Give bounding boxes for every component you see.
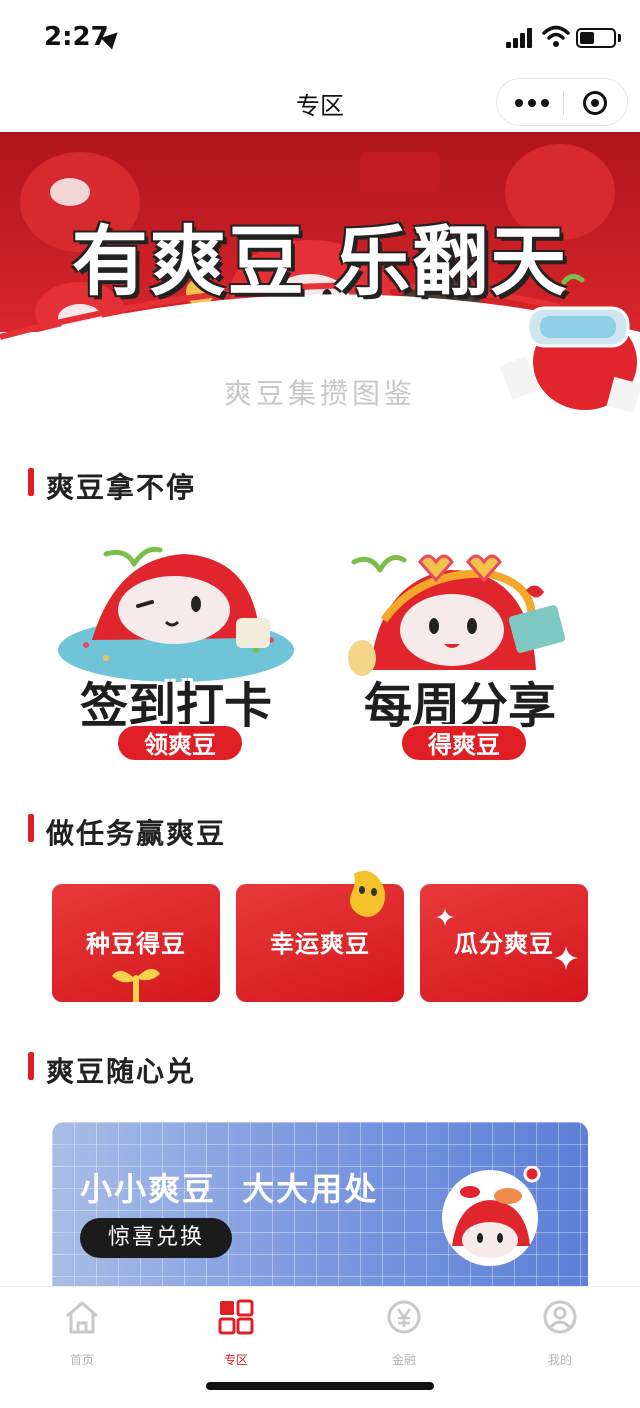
task-lucky-beans[interactable]: 幸运爽豆: [236, 870, 404, 1002]
task-plant-beans[interactable]: 种豆得豆: [52, 884, 220, 1002]
redeem-button[interactable]: 惊喜兑换: [80, 1218, 232, 1258]
miniprogram-capsule: [496, 78, 628, 126]
share-reward-button[interactable]: 得爽豆: [400, 724, 528, 762]
grid-icon: [218, 1299, 254, 1335]
close-miniprogram-icon[interactable]: [583, 91, 607, 115]
home-indicator: [206, 1382, 434, 1390]
status-time: 2:27: [44, 22, 109, 52]
checkin-reward-button[interactable]: 领爽豆: [116, 724, 244, 762]
weekly-share-card[interactable]: 每周分享 得爽豆: [340, 540, 580, 770]
task-share-beans[interactable]: 瓜分爽豆: [420, 884, 588, 1002]
tab-zone[interactable]: 专区: [196, 1299, 276, 1367]
wifi-icon: [542, 25, 570, 47]
sprout-icon: [112, 968, 160, 1002]
tab-mine[interactable]: 我的: [520, 1299, 600, 1367]
checkin-card[interactable]: 签到打卡 领爽豆: [56, 540, 296, 770]
bean-icon: [350, 870, 386, 917]
nav-bar: 专区: [0, 78, 640, 132]
banner-headline: 有爽豆 乐翻天: [71, 217, 569, 306]
redeem-mascot-icon: [442, 1166, 541, 1266]
hero-banner[interactable]: 有爽豆 乐翻天 爽豆集攒图鉴: [0, 132, 640, 422]
tab-home[interactable]: 首页: [42, 1299, 122, 1367]
more-icon[interactable]: [515, 99, 549, 107]
sparkle-icon: [554, 946, 578, 970]
tab-finance[interactable]: 金融: [364, 1299, 444, 1367]
status-bar: 2:27: [0, 0, 640, 78]
home-icon: [66, 1301, 98, 1334]
cellular-signal-icon: [506, 28, 534, 48]
redeem-title: 小小爽豆 大大用处: [80, 1170, 379, 1208]
battery-icon: [576, 28, 616, 48]
yuan-icon: [387, 1300, 421, 1334]
banner-subtitle[interactable]: 爽豆集攒图鉴: [0, 372, 640, 412]
redeem-banner[interactable]: 小小爽豆 大大用处 惊喜兑换: [52, 1122, 588, 1288]
sparkle-icon: [436, 908, 454, 926]
user-icon: [543, 1300, 577, 1334]
